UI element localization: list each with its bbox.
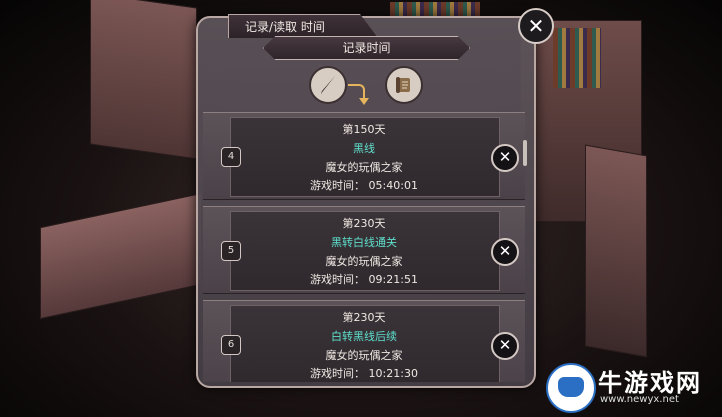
left-stairs [40, 192, 202, 320]
right-door [585, 144, 647, 358]
delete-slot-button[interactable]: ✕ [491, 332, 519, 360]
scroll-icon [396, 77, 410, 93]
slot-game-name: 魔女的玩偶之家 [325, 255, 403, 268]
slot-play-time: 游戏时间： 09:21:51 [310, 273, 418, 286]
close-icon: ✕ [498, 336, 512, 354]
slot-route: 黑线 [353, 142, 375, 155]
watermark-url: www.newyx.net [600, 394, 679, 405]
close-icon: ✕ [527, 14, 545, 38]
quill-pen-icon [321, 76, 335, 94]
slot-game-name: 魔女的玩偶之家 [325, 349, 403, 362]
watermark-name: 牛游戏网 [598, 369, 702, 397]
close-icon: ✕ [498, 242, 512, 260]
slot-day: 第230天 [342, 311, 386, 324]
arrow-icon [348, 80, 370, 106]
bookshelf [553, 28, 601, 88]
bookshelf-top [390, 2, 480, 16]
left-wall [90, 0, 197, 160]
slot-route: 白转黑线后续 [331, 330, 397, 343]
slot-game-name: 魔女的玩偶之家 [325, 161, 403, 174]
slot-day: 第150天 [342, 123, 386, 136]
load-mode-button[interactable] [385, 66, 423, 104]
delete-slot-button[interactable]: ✕ [491, 144, 519, 172]
dialog-title-tab: 记录/读取 时间 [228, 14, 378, 38]
slot-day: 第230天 [342, 217, 386, 230]
list-scrollbar[interactable] [523, 140, 527, 166]
slot-route: 黑转白线通关 [331, 236, 397, 249]
close-icon: ✕ [498, 148, 512, 166]
save-slot-list[interactable]: 4 第150天 黑线 魔女的玩偶之家 游戏时间： 05:40:01 ✕ 5 第2… [203, 110, 525, 382]
save-slot[interactable]: 6 第230天 白转黑线后续 魔女的玩偶之家 游戏时间： 10:21:30 ✕ [203, 300, 525, 382]
save-slot[interactable]: 4 第150天 黑线 魔女的玩偶之家 游戏时间： 05:40:01 ✕ [203, 112, 525, 200]
save-slot[interactable]: 5 第230天 黑转白线通关 魔女的玩偶之家 游戏时间： 09:21:51 ✕ [203, 206, 525, 294]
dialog-subtitle: 记录时间 [263, 36, 470, 60]
cow-logo-icon [546, 363, 596, 413]
save-mode-button[interactable] [309, 66, 347, 104]
site-watermark: 牛游戏网 www.newyx.net [546, 361, 716, 413]
close-dialog-button[interactable]: ✕ [518, 8, 554, 44]
slot-play-time: 游戏时间： 05:40:01 [310, 179, 418, 192]
slot-play-time: 游戏时间： 10:21:30 [310, 367, 418, 380]
delete-slot-button[interactable]: ✕ [491, 238, 519, 266]
